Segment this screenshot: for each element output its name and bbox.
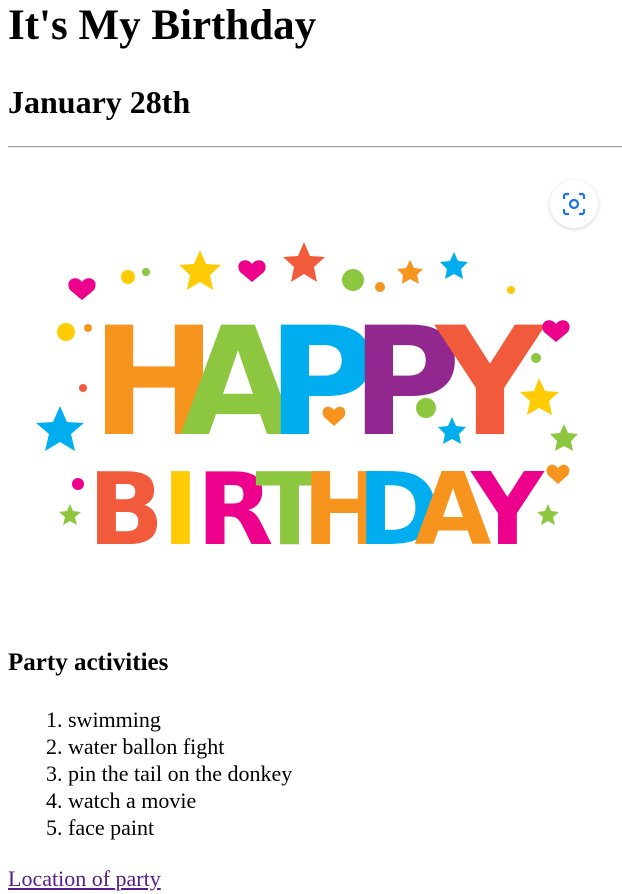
divider [8,146,622,148]
list-item: swimming [68,706,292,733]
birthday-letter: I [162,451,199,568]
list-item: pin the tail on the donkey [68,760,292,787]
list-item: face paint [68,814,292,841]
birthday-letter: Y [470,451,545,568]
visual-search-icon [562,192,586,216]
location-link[interactable]: Location of party [8,864,161,894]
birthday-letter: B [88,451,164,568]
list-item: water ballon fight [68,733,292,760]
happy-birthday-image: HAPPY BIRTHDAY [36,242,578,568]
happy-letter: Y [434,296,547,470]
visual-search-button[interactable] [550,180,598,228]
page-title: It's My Birthday [8,2,317,49]
activities-list: swimming water ballon fight pin the tail… [8,706,292,841]
list-item: watch a movie [68,787,292,814]
date-heading: January 28th [8,84,191,120]
activities-heading: Party activities [8,649,169,676]
